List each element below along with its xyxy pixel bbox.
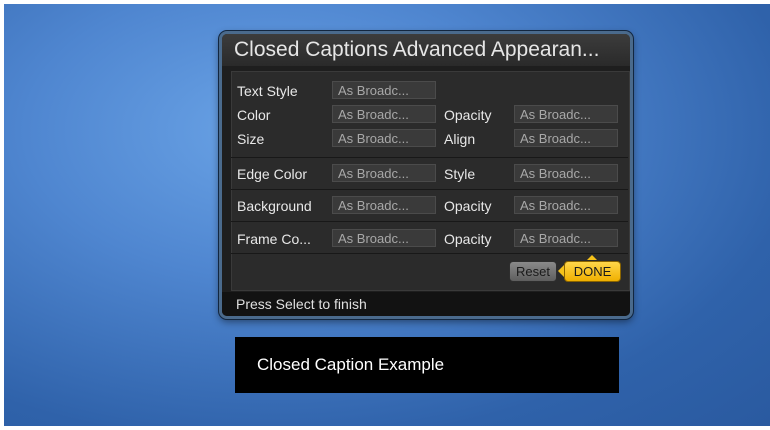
edge-color-field[interactable]: As Broadc... <box>332 164 436 182</box>
section-divider <box>231 253 628 254</box>
size-field[interactable]: As Broadc... <box>332 129 436 147</box>
section-divider <box>231 157 628 158</box>
color-field[interactable]: As Broadc... <box>332 105 436 123</box>
frame-color-field[interactable]: As Broadc... <box>332 229 436 247</box>
focus-caret-up-icon <box>587 255 597 260</box>
frame-opacity-label: Opacity <box>444 231 492 247</box>
background-opacity-field[interactable]: As Broadc... <box>514 196 618 214</box>
background-label: Background <box>237 198 312 214</box>
dialog-title: Closed Captions Advanced Appearan... <box>222 34 630 66</box>
closed-caption-example: Closed Caption Example <box>235 337 619 393</box>
edge-style-field[interactable]: As Broadc... <box>514 164 618 182</box>
section-divider <box>231 221 628 222</box>
tv-screen: Closed Captions Advanced Appearan... Tex… <box>0 0 770 430</box>
color-opacity-label: Opacity <box>444 107 492 123</box>
reset-button[interactable]: Reset <box>509 261 557 282</box>
size-label: Size <box>237 131 265 147</box>
edge-color-label: Edge Color <box>237 166 308 182</box>
align-field[interactable]: As Broadc... <box>514 129 618 147</box>
cc-advanced-appearance-dialog: Closed Captions Advanced Appearan... Tex… <box>219 31 633 319</box>
text-style-label: Text Style <box>237 83 298 99</box>
done-button[interactable]: DONE <box>564 261 621 282</box>
color-label: Color <box>237 107 271 123</box>
align-label: Align <box>444 131 476 147</box>
edge-style-label: Style <box>444 166 476 182</box>
section-divider <box>231 189 628 190</box>
frame-opacity-field[interactable]: As Broadc... <box>514 229 618 247</box>
background-field[interactable]: As Broadc... <box>332 196 436 214</box>
status-bar: Press Select to finish <box>222 292 630 316</box>
color-opacity-field[interactable]: As Broadc... <box>514 105 618 123</box>
background-opacity-label: Opacity <box>444 198 492 214</box>
frame-color-label: Frame Co... <box>237 231 311 247</box>
text-style-field[interactable]: As Broadc... <box>332 81 436 99</box>
